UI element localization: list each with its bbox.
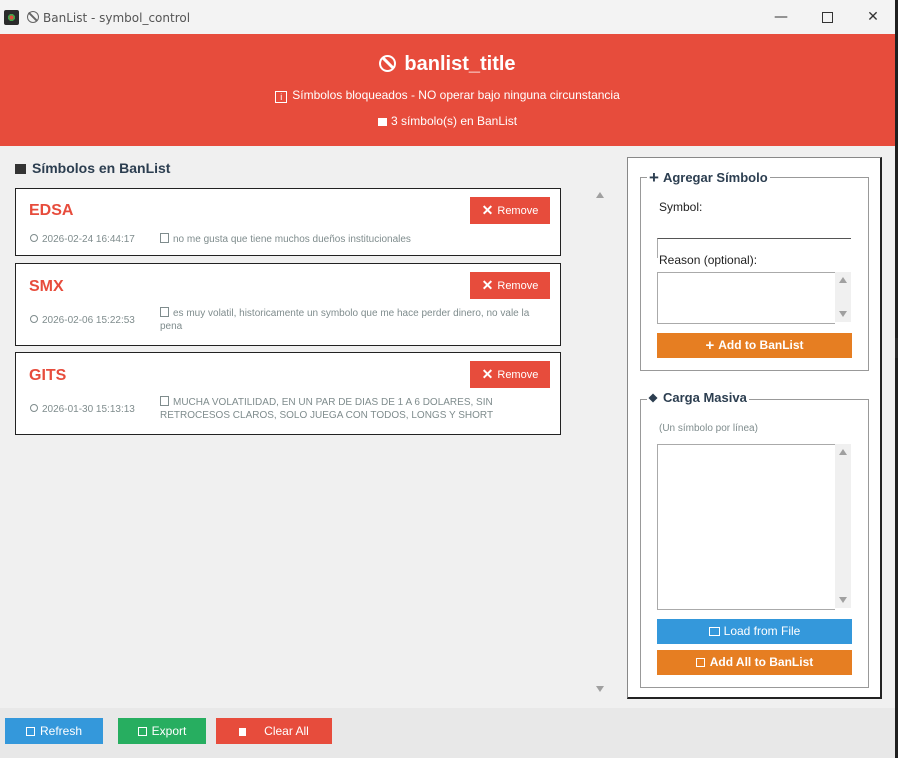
add-button-label: Add to BanList [718, 338, 804, 352]
list-section-title: Símbolos en BanList [15, 160, 170, 176]
app-window: BanList - symbol_control — ✕ banlist_tit… [0, 0, 895, 758]
app-icon [4, 10, 19, 25]
bulk-load-title: Carga Masiva [647, 390, 749, 405]
folder-icon [708, 627, 720, 636]
card-reason-text: MUCHA VOLATILIDAD, EN UN PAR DE DIAS DE … [160, 397, 494, 421]
card-symbol: EDSA [29, 202, 74, 219]
close-icon: ✕ [481, 366, 494, 382]
clock-icon [30, 404, 38, 412]
scroll-down-icon[interactable] [839, 597, 847, 603]
inbox-icon [695, 658, 705, 667]
plus-icon: + [649, 168, 659, 187]
header-count: 3 símbolo(s) en BanList [390, 114, 518, 128]
card-date: 2026-02-24 16:44:17 [30, 234, 135, 245]
save-icon [137, 727, 147, 736]
export-label: Export [151, 724, 187, 738]
reason-scrollbar[interactable] [835, 272, 851, 322]
clock-icon [30, 234, 38, 242]
scroll-up-icon[interactable] [596, 192, 604, 198]
remove-label: Remove [497, 280, 539, 292]
memo-icon [160, 396, 169, 406]
maximize-button[interactable] [804, 6, 850, 30]
ban-icon [27, 11, 39, 23]
card-reason-text: no me gusta que tiene muchos dueños inst… [173, 234, 411, 245]
bulk-title-text: Carga Masiva [663, 390, 747, 405]
header-title: banlist_title [404, 53, 516, 75]
add-all-button[interactable]: Add All to BanList [657, 650, 852, 675]
header-title-row: banlist_title [0, 53, 895, 76]
clear-all-button[interactable]: Clear All [216, 718, 332, 744]
load-from-file-button[interactable]: Load from File [657, 619, 852, 644]
ban-icon [379, 55, 397, 72]
package-icon [377, 118, 387, 126]
clear-all-label: Clear All [264, 724, 309, 738]
title-bar: BanList - symbol_control — ✕ [0, 0, 895, 34]
window-title: BanList - symbol_control [43, 11, 191, 25]
cube-icon [648, 393, 658, 403]
banlist-card: SMX ✕ Remove 2026-02-06 15:22:53 es muy v… [15, 263, 561, 346]
reason-textarea[interactable] [657, 272, 835, 324]
card-date: 2026-01-30 15:13:13 [30, 404, 135, 415]
info-icon: i [275, 91, 288, 103]
list-title-text: Símbolos en BanList [32, 160, 171, 176]
header-count-row: 3 símbolo(s) en BanList [0, 114, 895, 128]
refresh-button[interactable]: Refresh [5, 718, 103, 744]
card-symbol: GITS [29, 367, 67, 384]
header-subtitle: Símbolos bloqueados - NO operar bajo nin… [292, 88, 620, 102]
remove-button[interactable]: ✕ Remove [470, 197, 550, 224]
scroll-up-icon[interactable] [839, 277, 847, 283]
right-panel: + Agregar Símbolo Symbol: Reason (optiona… [627, 157, 882, 699]
scroll-up-icon[interactable] [839, 449, 847, 455]
remove-label: Remove [497, 205, 539, 217]
banlist-card: GITS ✕ Remove 2026-01-30 15:13:13 MUCHA V… [15, 352, 561, 435]
card-reason-text: es muy volatil, historicamente un symbol… [160, 308, 530, 332]
add-all-label: Add All to BanList [709, 655, 814, 669]
minimize-button[interactable]: — [758, 6, 804, 30]
memo-icon [160, 307, 169, 317]
bottom-toolbar: Refresh Export Clear All [0, 708, 895, 758]
card-date: 2026-02-06 15:22:53 [30, 315, 135, 326]
card-reason: MUCHA VOLATILIDAD, EN UN PAR DE DIAS DE … [160, 396, 552, 422]
memo-icon [160, 233, 169, 243]
plus-icon: + [705, 337, 715, 354]
close-button[interactable]: ✕ [850, 6, 895, 30]
list-scrollbar[interactable] [593, 188, 607, 696]
remove-button[interactable]: ✕ Remove [470, 361, 550, 388]
close-icon: ✕ [481, 277, 494, 293]
add-to-banlist-button[interactable]: + Add to BanList [657, 333, 852, 358]
banlist-card: EDSA ✕ Remove 2026-02-24 16:44:17 no me g… [15, 188, 561, 256]
banlist-header: banlist_title i Símbolos bloqueados - NO … [0, 34, 895, 146]
add-symbol-title-text: Agregar Símbolo [662, 170, 768, 185]
add-symbol-group: + Agregar Símbolo Symbol: Reason (optiona… [640, 168, 869, 371]
header-subtitle-row: i Símbolos bloqueados - NO operar bajo ni… [0, 88, 895, 103]
remove-label: Remove [497, 369, 539, 381]
bulk-scrollbar[interactable] [835, 444, 851, 608]
add-symbol-title: + Agregar Símbolo [647, 168, 770, 188]
card-reason: no me gusta que tiene muchos dueños inst… [160, 233, 552, 246]
scroll-down-icon[interactable] [839, 311, 847, 317]
remove-button[interactable]: ✕ Remove [470, 272, 550, 299]
card-symbol: SMX [29, 278, 64, 295]
card-date-text: 2026-02-24 16:44:17 [42, 234, 135, 245]
trash-icon [239, 728, 247, 736]
card-reason: es muy volatil, historicamente un symbol… [160, 307, 552, 333]
refresh-icon [25, 727, 35, 736]
scroll-down-icon[interactable] [596, 686, 604, 692]
card-date-text: 2026-01-30 15:13:13 [42, 404, 135, 415]
reason-label: Reason (optional): [659, 253, 758, 267]
package-icon [15, 164, 26, 174]
export-button[interactable]: Export [118, 718, 206, 744]
bulk-textarea[interactable] [657, 444, 835, 610]
card-date-text: 2026-02-06 15:22:53 [42, 315, 135, 326]
clock-icon [30, 315, 38, 323]
load-button-label: Load from File [723, 624, 801, 638]
bulk-hint: (Un símbolo por línea) [659, 423, 758, 434]
maximize-icon [821, 12, 833, 23]
symbol-label: Symbol: [659, 200, 703, 214]
refresh-label: Refresh [39, 724, 83, 738]
bulk-load-group: Carga Masiva (Un símbolo por línea) Load… [640, 390, 869, 688]
close-icon: ✕ [481, 202, 494, 218]
